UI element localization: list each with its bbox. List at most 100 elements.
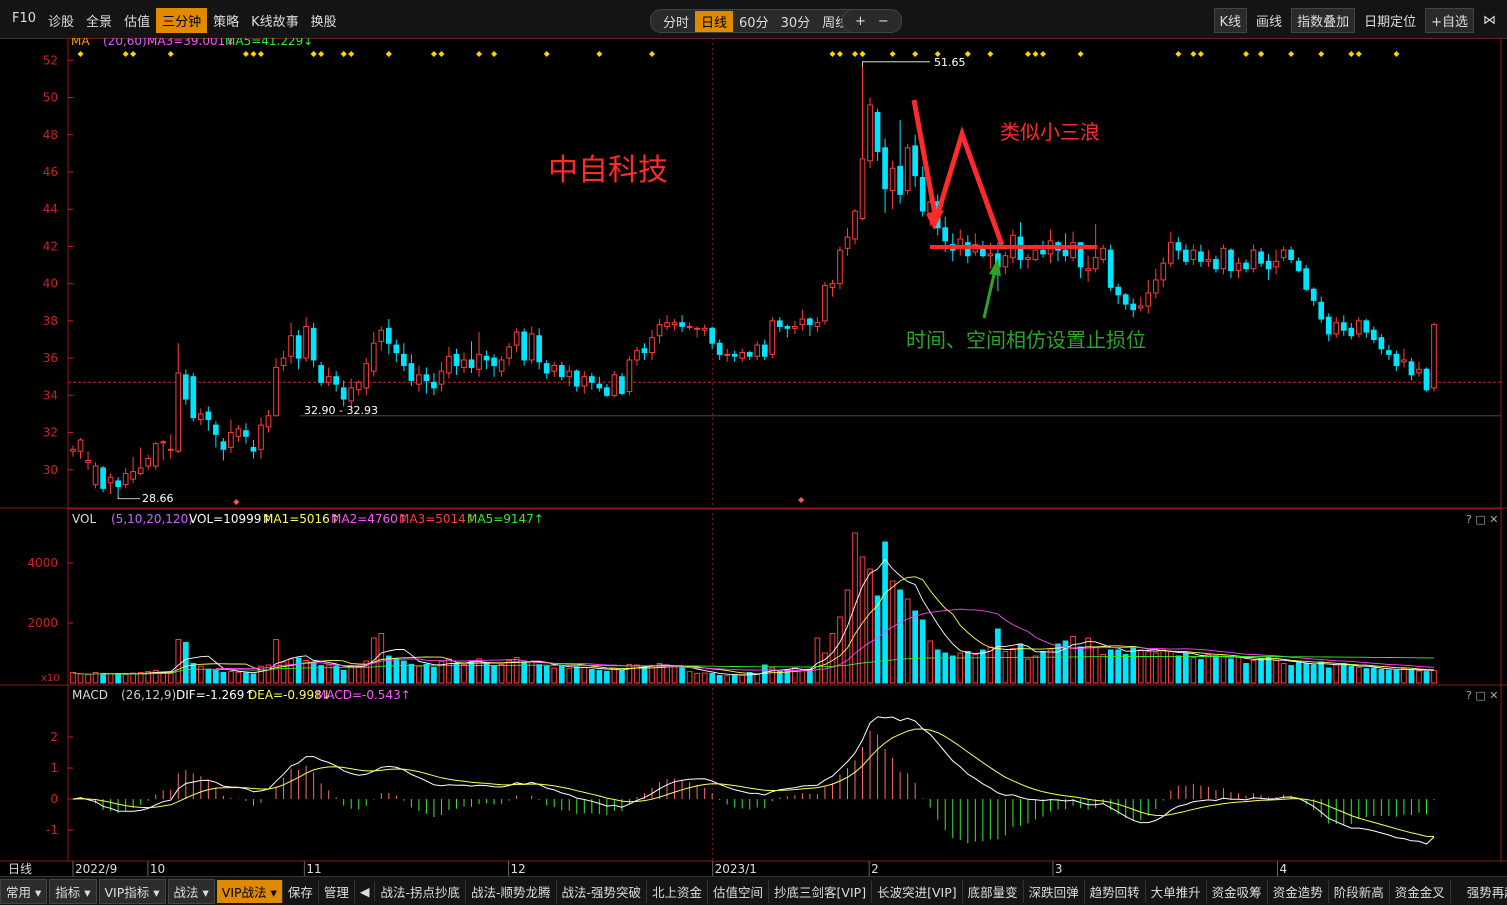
btm-vip-tactics[interactable]: VIP战法 ▾ — [216, 879, 283, 903]
candle-body — [468, 359, 475, 368]
btm-tab-6[interactable]: 抄底三剑客[VIP] — [769, 879, 873, 903]
volume-bar — [1250, 660, 1257, 684]
tb-overview[interactable]: 全景 — [80, 8, 118, 33]
candle-body — [506, 346, 512, 359]
candle-body — [589, 376, 595, 383]
tb-kline-story[interactable]: K线故事 — [245, 8, 305, 33]
btm-tab-12[interactable]: 资金吸筹 — [1207, 879, 1268, 903]
tb-three-minutes[interactable]: 三分钟 — [156, 8, 208, 33]
toolbar-right: K线 画线 指数叠加 日期定位 +自选 ⋈ — [1213, 8, 1501, 33]
tb-diagnose[interactable]: 诊股 — [42, 8, 80, 33]
candle-body — [1431, 324, 1437, 389]
volume-bar — [1310, 664, 1317, 684]
draw-line-button[interactable]: 画线 — [1251, 9, 1287, 32]
tb-valuation[interactable]: 估值 — [118, 8, 156, 33]
candle-body — [265, 415, 272, 428]
candle-body — [1340, 322, 1347, 331]
candle-body — [1235, 262, 1242, 272]
volume-bar — [235, 671, 242, 684]
volume-bar — [799, 669, 806, 684]
volume-bar — [250, 673, 257, 684]
btm-scroll-left-icon[interactable]: ◀ — [355, 881, 376, 901]
btm-tab-10[interactable]: 趋势回转 — [1085, 879, 1146, 903]
volume-bar — [919, 619, 926, 684]
candle-body — [874, 111, 881, 153]
toolbar-left: F10 诊股 全景 估值 三分钟 策略 K线故事 换股 — [6, 8, 343, 33]
volume-bar — [1423, 671, 1430, 684]
volume-bar — [408, 663, 415, 684]
candle-body — [799, 318, 806, 326]
btm-tab-8[interactable]: 底部量变 — [963, 879, 1024, 903]
candle-body — [1250, 249, 1257, 270]
btm-tab-11[interactable]: 大单推升 — [1146, 879, 1207, 903]
volume-bar — [1280, 663, 1287, 684]
tb-f10[interactable]: F10 — [6, 8, 42, 33]
btm-tab-16[interactable]: 强势再起 — [1451, 880, 1507, 903]
price-panel — [70, 51, 1437, 505]
volume-bar — [573, 666, 580, 684]
zoom-out-button[interactable]: − — [872, 13, 895, 30]
vol-panel-controls[interactable]: ? □ ✕ — [1466, 513, 1498, 526]
btm-tab-2[interactable]: 战法-顺势龙腾 — [466, 879, 557, 903]
signal-diamond — [1318, 51, 1325, 57]
expand-icon[interactable]: ⋈ — [1478, 11, 1501, 30]
candle-body — [348, 387, 355, 402]
period-30min[interactable]: 30分 — [775, 11, 817, 32]
candle-body — [355, 381, 362, 391]
btm-save[interactable]: 保存 — [283, 879, 319, 903]
candle-body — [581, 376, 588, 387]
btm-tab-15[interactable]: 资金金叉 — [1390, 879, 1451, 903]
candle-body — [243, 430, 249, 437]
btm-tab-9[interactable]: 深跌回弹 — [1024, 879, 1085, 903]
tb-switch-stock[interactable]: 换股 — [305, 8, 343, 33]
date-locate-button[interactable]: 日期定位 — [1359, 9, 1421, 32]
candle-body — [498, 359, 505, 372]
btm-tab-4[interactable]: 北上资金 — [647, 879, 709, 903]
btm-tab-5[interactable]: 估值空间 — [708, 879, 770, 903]
index-overlay-dropdown[interactable]: 指数叠加 — [1291, 8, 1356, 33]
high-price-label: 51.65 — [934, 56, 966, 69]
price-tick-label: 40 — [43, 277, 58, 291]
period-intraday[interactable]: 分时 — [657, 11, 695, 32]
period-daily[interactable]: 日线 — [695, 10, 734, 32]
volume-bar — [716, 675, 723, 684]
volume-bar — [746, 672, 753, 684]
period-60min[interactable]: 60分 — [733, 11, 775, 32]
kline-type-dropdown[interactable]: K线 — [1213, 8, 1248, 33]
btm-tab-3[interactable]: 战法-强势突破 — [557, 879, 648, 903]
btm-tab-7[interactable]: 长波突进[VIP] — [872, 879, 963, 903]
volume-bar — [1273, 660, 1279, 684]
candle-body — [1002, 255, 1009, 268]
volume-bar — [889, 580, 896, 684]
btm-tab-14[interactable]: 阶段新高 — [1329, 879, 1390, 903]
candle-body — [370, 342, 377, 372]
volume-bar — [1416, 670, 1422, 684]
volume-bar — [551, 667, 558, 684]
btm-tab-13[interactable]: 资金造势 — [1268, 879, 1329, 903]
candle-body — [1408, 361, 1415, 376]
macd-panel-controls[interactable]: ? □ ✕ — [1466, 689, 1498, 702]
candle-body — [1205, 258, 1212, 262]
volume-bar — [1295, 661, 1302, 684]
macd-indicator-label[interactable]: MACD — [72, 688, 108, 702]
vol-indicator-label[interactable]: VOL — [72, 512, 96, 526]
add-favorite-dropdown[interactable]: +自选 — [1425, 8, 1474, 33]
tb-strategy[interactable]: 策略 — [207, 8, 245, 33]
main-indicator-label[interactable]: MA — [71, 38, 90, 48]
volume-bar — [130, 672, 136, 684]
btm-tab-1[interactable]: 战法-拐点抄底 — [375, 879, 466, 903]
btm-manage[interactable]: 管理 — [319, 879, 355, 903]
zoom-in-button[interactable]: + — [849, 13, 872, 30]
volume-bar — [468, 660, 475, 684]
candle-body — [964, 242, 971, 257]
btm-vip-indicator[interactable]: VIP指标 ▾ — [98, 878, 166, 904]
xaxis-tick-label: 2022/9 — [75, 862, 117, 876]
btm-common[interactable]: 常用 ▾ — [0, 878, 48, 904]
btm-indicator[interactable]: 指标 ▾ — [49, 878, 97, 904]
volume-bar — [1002, 651, 1009, 684]
volume-bar — [1235, 657, 1242, 684]
btm-tactics[interactable]: 战法 ▾ — [167, 878, 215, 904]
xaxis-period-label[interactable]: 日线 — [8, 862, 32, 876]
candle-body — [160, 441, 167, 444]
volume-bar — [453, 663, 460, 684]
